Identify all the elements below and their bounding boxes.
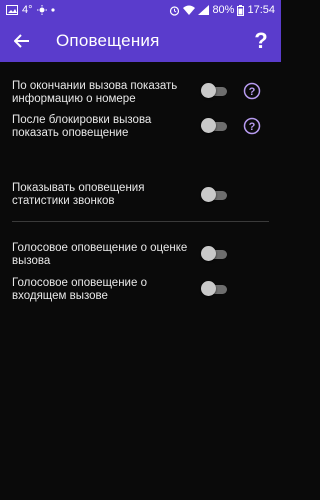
setting-label: По окончании вызова показать информацию … (12, 80, 178, 105)
svg-text:?: ? (249, 86, 256, 98)
page-title: Оповещения (56, 31, 160, 50)
clock-time: 17:54 (247, 4, 275, 16)
back-button[interactable] (0, 20, 44, 62)
toggle-thumb (201, 281, 216, 296)
status-bar: 4° 80% 17:54 (0, 0, 281, 20)
toggle-thumb (201, 118, 216, 133)
setting-label: Голосовое оповещение о входящем вызове (12, 277, 147, 302)
setting-label: Голосовое оповещение о оценке вызова (12, 242, 188, 267)
setting-label: После блокировки вызова показать оповеще… (12, 114, 152, 139)
battery-icon (237, 4, 245, 16)
setting-label: Показывать оповещения статистики звонков (12, 182, 145, 207)
toggle-thumb (201, 246, 216, 261)
setting-toggle[interactable] (201, 118, 227, 134)
setting-toggle[interactable] (201, 281, 227, 297)
battery-percent: 80% (212, 4, 235, 16)
weather-icon (36, 5, 47, 15)
section-divider (12, 221, 269, 222)
setting-row: По окончании вызова показать информацию … (12, 80, 281, 106)
setting-toggle[interactable] (201, 83, 227, 99)
toggle-thumb (201, 83, 216, 98)
setting-row: Показывать оповещения статистики звонков (12, 182, 281, 208)
help-circle-icon[interactable]: ? (243, 117, 261, 135)
signal-icon (198, 5, 210, 15)
toggle-thumb (201, 187, 216, 202)
wifi-icon (183, 5, 196, 15)
temperature-text: 4° (22, 4, 33, 16)
back-arrow-icon (14, 34, 30, 48)
svg-text:?: ? (249, 121, 256, 133)
app-bar: Оповещения ? (0, 20, 281, 62)
help-circle-icon[interactable]: ? (243, 82, 261, 100)
setting-toggle[interactable] (201, 187, 227, 203)
gallery-icon (6, 5, 18, 15)
setting-row: Голосовое оповещение о оценке вызова (12, 242, 281, 268)
setting-row: Голосовое оповещение о входящем вызове (12, 277, 281, 303)
alarm-icon (169, 5, 180, 16)
setting-row: После блокировки вызова показать оповеще… (12, 114, 281, 140)
help-button[interactable]: ? (241, 20, 281, 62)
setting-toggle[interactable] (201, 246, 227, 262)
dot-icon (50, 8, 55, 12)
